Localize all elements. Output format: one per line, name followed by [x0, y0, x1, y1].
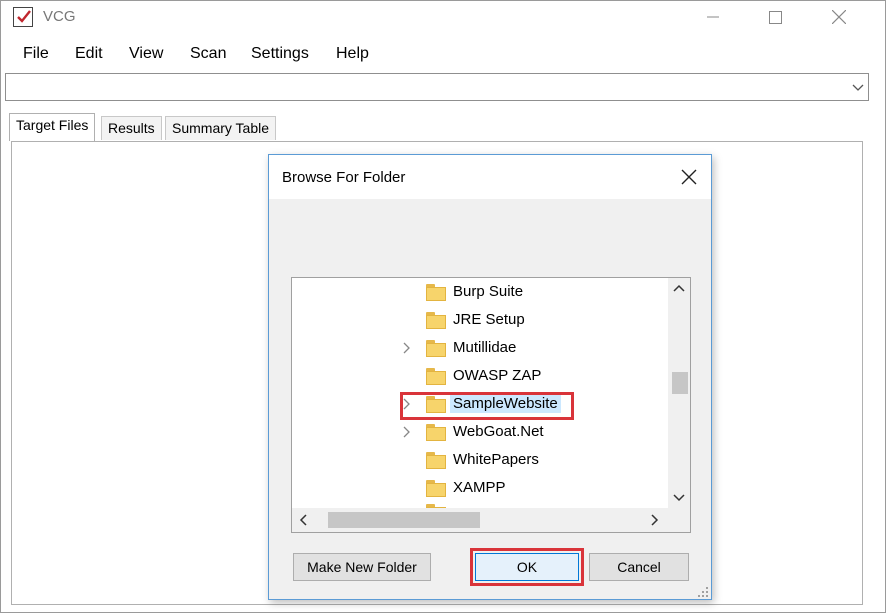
close-icon [681, 169, 697, 185]
tree-item-samplewebsite[interactable]: SampleWebsite [292, 392, 668, 420]
tree-item-burp-suite[interactable]: Burp Suite [292, 280, 668, 306]
browse-for-folder-dialog: Browse For Folder Burp Suite JRE Setup M… [268, 154, 712, 600]
chevron-right-icon[interactable] [402, 341, 414, 355]
vertical-scroll-thumb[interactable] [672, 372, 688, 394]
scrollbar-corner [668, 508, 690, 532]
tree-item-jre-setup[interactable]: JRE Setup [292, 308, 668, 334]
checkbox-check-icon [13, 7, 33, 27]
chevron-right-icon[interactable] [402, 425, 414, 439]
chevron-up-icon[interactable] [668, 278, 690, 298]
path-combo-box[interactable] [5, 73, 869, 101]
folder-tree[interactable]: Burp Suite JRE Setup Mutillidae OWASP ZA… [291, 277, 691, 533]
chevron-down-icon[interactable] [852, 80, 864, 98]
folder-icon [426, 312, 446, 329]
ok-button[interactable]: OK [475, 553, 579, 581]
tab-strip: Target Files Results Summary Table [1, 111, 885, 141]
chevron-down-icon[interactable] [668, 488, 690, 508]
folder-icon [426, 480, 446, 497]
tree-item-label: WebGoat.Net [453, 423, 544, 440]
folder-icon [426, 368, 446, 385]
maximize-icon [768, 10, 782, 24]
folder-icon [426, 452, 446, 469]
make-new-folder-button[interactable]: Make New Folder [293, 553, 431, 581]
menu-help[interactable]: Help [336, 45, 369, 63]
dialog-title-bar: Browse For Folder [269, 155, 711, 199]
folder-icon [426, 424, 446, 441]
close-window-button[interactable] [807, 1, 871, 33]
menu-bar: File Edit View Scan Settings Help [1, 41, 885, 69]
tree-item-webgoat-net[interactable]: WebGoat.Net [292, 420, 668, 446]
menu-edit[interactable]: Edit [75, 45, 103, 63]
tree-item-label: Mutillidae [453, 339, 517, 356]
cancel-button[interactable]: Cancel [589, 553, 689, 581]
tree-item-owasp-zap[interactable]: OWASP ZAP [292, 364, 668, 390]
resize-grip-icon[interactable] [697, 585, 709, 597]
dialog-close-button[interactable] [677, 165, 701, 189]
tree-item-label: OWASP ZAP [453, 367, 542, 384]
menu-view[interactable]: View [129, 45, 163, 63]
vertical-scrollbar[interactable] [668, 278, 690, 508]
dialog-title: Browse For Folder [282, 169, 406, 186]
tree-item-label: WhitePapers [453, 451, 539, 468]
tab-target-files[interactable]: Target Files [9, 113, 96, 141]
menu-scan[interactable]: Scan [190, 45, 226, 63]
tree-item-label: Burp Suite [453, 283, 524, 300]
tree-item-xampp[interactable]: XAMPP [292, 476, 668, 502]
title-bar: VCG [1, 1, 885, 35]
horizontal-scroll-thumb[interactable] [328, 512, 480, 528]
folder-icon [426, 284, 446, 301]
tab-results[interactable]: Results [101, 116, 162, 140]
chevron-left-icon[interactable] [292, 508, 314, 532]
close-icon [832, 10, 846, 24]
tree-item-label: JRE Setup [453, 311, 525, 328]
tab-summary-table[interactable]: Summary Table [165, 116, 277, 140]
minimize-icon [707, 16, 719, 18]
selection-highlight-box [400, 392, 574, 420]
horizontal-scrollbar[interactable] [292, 508, 668, 532]
menu-file[interactable]: File [23, 45, 49, 63]
maximize-button[interactable] [743, 1, 807, 33]
minimize-button[interactable] [681, 1, 745, 33]
folder-icon [426, 340, 446, 357]
tree-item-mutillidae[interactable]: Mutillidae [292, 336, 668, 362]
window-title: VCG [43, 8, 76, 25]
chevron-right-icon[interactable] [644, 508, 666, 532]
tree-item-label: XAMPP [453, 479, 506, 496]
tree-item-whitepapers[interactable]: WhitePapers [292, 448, 668, 474]
menu-settings[interactable]: Settings [251, 45, 309, 63]
